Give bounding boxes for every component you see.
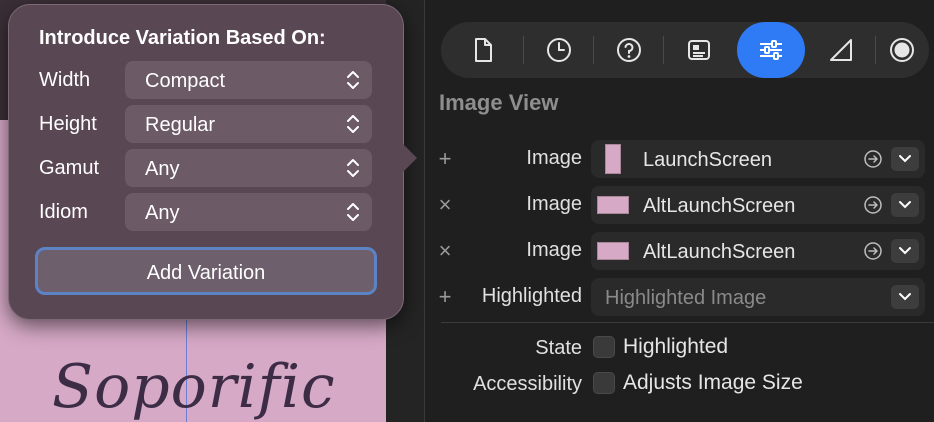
tab-divider bbox=[593, 36, 594, 64]
size-icon bbox=[830, 39, 852, 61]
tab-divider bbox=[523, 36, 524, 64]
section-divider bbox=[441, 322, 934, 323]
tab-identity-inspector[interactable] bbox=[665, 22, 733, 78]
image-label: Image bbox=[526, 239, 582, 261]
add-variation-icon[interactable]: + bbox=[435, 146, 455, 172]
image-variation-field[interactable]: AltLaunchScreen bbox=[591, 232, 925, 270]
highlighted-image-placeholder: Highlighted Image bbox=[605, 287, 767, 309]
height-select[interactable]: Regular bbox=[125, 105, 372, 143]
image-thumbnail bbox=[597, 242, 629, 260]
tab-file-inspector[interactable] bbox=[449, 22, 517, 78]
tab-divider bbox=[663, 36, 664, 64]
connections-icon bbox=[890, 38, 914, 62]
file-icon bbox=[475, 38, 492, 62]
image-label: Image bbox=[526, 147, 582, 169]
tab-connections-inspector[interactable] bbox=[877, 22, 927, 78]
highlighted-checkbox[interactable] bbox=[593, 336, 615, 358]
go-to-arrow-icon[interactable] bbox=[863, 241, 883, 261]
adjusts-image-size-label[interactable]: Adjusts Image Size bbox=[623, 371, 803, 395]
popover-arrow bbox=[402, 143, 417, 173]
highlighted-label: Highlighted bbox=[481, 285, 582, 307]
image-variation-field[interactable]: AltLaunchScreen bbox=[591, 186, 925, 224]
image-label: Image bbox=[526, 193, 582, 215]
preview-title-text: Soporific bbox=[52, 352, 336, 422]
image-dropdown-button[interactable] bbox=[891, 193, 919, 217]
image-field-value: AltLaunchScreen bbox=[643, 195, 796, 217]
idiom-select-value: Any bbox=[145, 202, 180, 224]
tab-history-inspector[interactable] bbox=[525, 22, 593, 78]
height-label: Height bbox=[39, 113, 97, 135]
gamut-select-value: Any bbox=[145, 158, 180, 180]
chevron-down-icon bbox=[899, 155, 911, 163]
section-title: Image View bbox=[439, 90, 559, 115]
image-dropdown-button[interactable] bbox=[891, 147, 919, 171]
inspector-tab-bar bbox=[441, 22, 929, 78]
adjusts-image-size-checkbox[interactable] bbox=[593, 372, 615, 394]
width-select[interactable]: Compact bbox=[125, 61, 372, 99]
height-select-value: Regular bbox=[145, 114, 216, 136]
remove-variation-icon[interactable]: × bbox=[435, 238, 455, 264]
tab-attributes-inspector[interactable] bbox=[737, 22, 805, 78]
chevron-down-icon bbox=[899, 201, 911, 209]
image-thumbnail bbox=[605, 144, 621, 174]
tab-size-inspector[interactable] bbox=[807, 22, 875, 78]
width-label: Width bbox=[39, 69, 91, 91]
image-field-value: LaunchScreen bbox=[643, 149, 772, 171]
tab-divider bbox=[875, 36, 876, 64]
state-label: State bbox=[535, 337, 582, 359]
image-field-value: AltLaunchScreen bbox=[643, 241, 796, 263]
highlighted-checkbox-label[interactable]: Highlighted bbox=[623, 335, 728, 359]
updown-chevron-icon bbox=[347, 71, 359, 89]
identity-icon bbox=[688, 40, 710, 60]
introduce-variation-popover: Introduce Variation Based On: Width Comp… bbox=[8, 4, 417, 320]
attributes-inspector: Image View + Image LaunchScreen × Image … bbox=[424, 0, 934, 422]
idiom-select[interactable]: Any bbox=[125, 193, 372, 231]
add-variation-icon[interactable]: + bbox=[435, 284, 455, 310]
attributes-icon bbox=[760, 40, 782, 60]
image-thumbnail bbox=[597, 196, 629, 214]
popover-title: Introduce Variation Based On: bbox=[39, 27, 326, 49]
help-icon bbox=[617, 38, 641, 62]
highlighted-dropdown-button[interactable] bbox=[891, 285, 919, 309]
updown-chevron-icon bbox=[347, 203, 359, 221]
image-dropdown-button[interactable] bbox=[891, 239, 919, 263]
idiom-label: Idiom bbox=[39, 201, 88, 223]
add-variation-button[interactable]: Add Variation bbox=[35, 247, 377, 295]
updown-chevron-icon bbox=[347, 115, 359, 133]
accessibility-label: Accessibility bbox=[473, 373, 582, 395]
tab-quick-help[interactable] bbox=[595, 22, 663, 78]
width-select-value: Compact bbox=[145, 70, 226, 92]
chevron-down-icon bbox=[899, 247, 911, 255]
highlighted-image-field[interactable]: Highlighted Image bbox=[591, 278, 925, 316]
image-field[interactable]: LaunchScreen bbox=[591, 140, 925, 178]
clock-icon bbox=[547, 38, 571, 62]
gamut-select[interactable]: Any bbox=[125, 149, 372, 187]
go-to-arrow-icon[interactable] bbox=[863, 149, 883, 169]
updown-chevron-icon bbox=[347, 159, 359, 177]
gamut-label: Gamut bbox=[39, 157, 100, 179]
chevron-down-icon bbox=[899, 293, 911, 301]
go-to-arrow-icon[interactable] bbox=[863, 195, 883, 215]
add-variation-label: Add Variation bbox=[146, 262, 266, 284]
remove-variation-icon[interactable]: × bbox=[435, 192, 455, 218]
